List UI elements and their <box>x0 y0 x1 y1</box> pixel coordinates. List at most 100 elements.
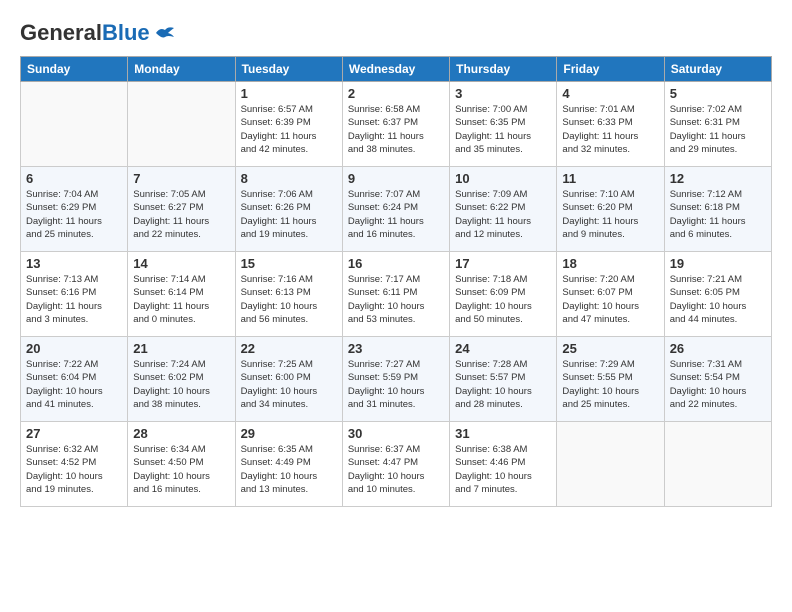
day-number: 19 <box>670 256 766 271</box>
weekday-header-wednesday: Wednesday <box>342 57 449 82</box>
day-info: Sunrise: 7:22 AM Sunset: 6:04 PM Dayligh… <box>26 358 122 411</box>
calendar-cell: 20 Sunrise: 7:22 AM Sunset: 6:04 PM Dayli… <box>21 337 128 422</box>
day-number: 10 <box>455 171 551 186</box>
calendar-cell <box>128 82 235 167</box>
day-info: Sunrise: 7:10 AM Sunset: 6:20 PM Dayligh… <box>562 188 658 241</box>
day-info: Sunrise: 6:37 AM Sunset: 4:47 PM Dayligh… <box>348 443 444 496</box>
logo: GeneralBlue <box>20 20 176 46</box>
day-number: 30 <box>348 426 444 441</box>
day-info: Sunrise: 7:25 AM Sunset: 6:00 PM Dayligh… <box>241 358 337 411</box>
calendar-week-row: 13 Sunrise: 7:13 AM Sunset: 6:16 PM Dayli… <box>21 252 772 337</box>
day-info: Sunrise: 6:57 AM Sunset: 6:39 PM Dayligh… <box>241 103 337 156</box>
calendar-cell: 15 Sunrise: 7:16 AM Sunset: 6:13 PM Dayli… <box>235 252 342 337</box>
calendar-cell: 18 Sunrise: 7:20 AM Sunset: 6:07 PM Dayli… <box>557 252 664 337</box>
day-number: 8 <box>241 171 337 186</box>
day-number: 22 <box>241 341 337 356</box>
calendar-cell: 17 Sunrise: 7:18 AM Sunset: 6:09 PM Dayli… <box>450 252 557 337</box>
weekday-header-sunday: Sunday <box>21 57 128 82</box>
weekday-header-friday: Friday <box>557 57 664 82</box>
calendar-cell: 26 Sunrise: 7:31 AM Sunset: 5:54 PM Dayli… <box>664 337 771 422</box>
day-number: 28 <box>133 426 229 441</box>
day-number: 20 <box>26 341 122 356</box>
day-info: Sunrise: 6:58 AM Sunset: 6:37 PM Dayligh… <box>348 103 444 156</box>
calendar-cell: 14 Sunrise: 7:14 AM Sunset: 6:14 PM Dayli… <box>128 252 235 337</box>
calendar-cell <box>557 422 664 507</box>
day-info: Sunrise: 7:14 AM Sunset: 6:14 PM Dayligh… <box>133 273 229 326</box>
calendar-cell: 7Sunrise: 7:05 AM Sunset: 6:27 PM Daylig… <box>128 167 235 252</box>
calendar-cell: 25Sunrise: 7:29 AM Sunset: 5:55 PM Dayli… <box>557 337 664 422</box>
day-info: Sunrise: 7:01 AM Sunset: 6:33 PM Dayligh… <box>562 103 658 156</box>
calendar-cell: 6Sunrise: 7:04 AM Sunset: 6:29 PM Daylig… <box>21 167 128 252</box>
calendar-cell: 16 Sunrise: 7:17 AM Sunset: 6:11 PM Dayli… <box>342 252 449 337</box>
day-info: Sunrise: 7:21 AM Sunset: 6:05 PM Dayligh… <box>670 273 766 326</box>
day-number: 17 <box>455 256 551 271</box>
day-number: 27 <box>26 426 122 441</box>
weekday-header-monday: Monday <box>128 57 235 82</box>
day-number: 21 <box>133 341 229 356</box>
calendar-cell: 3 Sunrise: 7:00 AM Sunset: 6:35 PM Daylig… <box>450 82 557 167</box>
day-number: 3 <box>455 86 551 101</box>
weekday-header-thursday: Thursday <box>450 57 557 82</box>
calendar-cell: 4 Sunrise: 7:01 AM Sunset: 6:33 PM Daylig… <box>557 82 664 167</box>
day-info: Sunrise: 7:29 AM Sunset: 5:55 PM Dayligh… <box>562 358 658 411</box>
day-info: Sunrise: 7:06 AM Sunset: 6:26 PM Dayligh… <box>241 188 337 241</box>
day-number: 1 <box>241 86 337 101</box>
day-info: Sunrise: 7:12 AM Sunset: 6:18 PM Dayligh… <box>670 188 766 241</box>
calendar-cell: 23 Sunrise: 7:27 AM Sunset: 5:59 PM Dayli… <box>342 337 449 422</box>
day-number: 26 <box>670 341 766 356</box>
day-info: Sunrise: 7:13 AM Sunset: 6:16 PM Dayligh… <box>26 273 122 326</box>
day-number: 29 <box>241 426 337 441</box>
day-number: 5 <box>670 86 766 101</box>
day-info: Sunrise: 7:24 AM Sunset: 6:02 PM Dayligh… <box>133 358 229 411</box>
day-info: Sunrise: 7:17 AM Sunset: 6:11 PM Dayligh… <box>348 273 444 326</box>
day-number: 9 <box>348 171 444 186</box>
day-info: Sunrise: 7:07 AM Sunset: 6:24 PM Dayligh… <box>348 188 444 241</box>
day-number: 12 <box>670 171 766 186</box>
day-info: Sunrise: 7:09 AM Sunset: 6:22 PM Dayligh… <box>455 188 551 241</box>
calendar-cell: 30 Sunrise: 6:37 AM Sunset: 4:47 PM Dayli… <box>342 422 449 507</box>
logo-text: GeneralBlue <box>20 20 150 46</box>
day-number: 6 <box>26 171 122 186</box>
day-number: 2 <box>348 86 444 101</box>
day-info: Sunrise: 6:32 AM Sunset: 4:52 PM Dayligh… <box>26 443 122 496</box>
day-number: 4 <box>562 86 658 101</box>
day-number: 31 <box>455 426 551 441</box>
day-info: Sunrise: 7:28 AM Sunset: 5:57 PM Dayligh… <box>455 358 551 411</box>
day-info: Sunrise: 7:27 AM Sunset: 5:59 PM Dayligh… <box>348 358 444 411</box>
calendar-week-row: 6Sunrise: 7:04 AM Sunset: 6:29 PM Daylig… <box>21 167 772 252</box>
calendar-cell: 21 Sunrise: 7:24 AM Sunset: 6:02 PM Dayli… <box>128 337 235 422</box>
calendar-week-row: 20 Sunrise: 7:22 AM Sunset: 6:04 PM Dayli… <box>21 337 772 422</box>
page-header: GeneralBlue <box>20 20 772 46</box>
calendar-cell: 27 Sunrise: 6:32 AM Sunset: 4:52 PM Dayli… <box>21 422 128 507</box>
day-number: 14 <box>133 256 229 271</box>
weekday-header-saturday: Saturday <box>664 57 771 82</box>
day-number: 15 <box>241 256 337 271</box>
day-number: 18 <box>562 256 658 271</box>
day-info: Sunrise: 7:00 AM Sunset: 6:35 PM Dayligh… <box>455 103 551 156</box>
day-info: Sunrise: 6:34 AM Sunset: 4:50 PM Dayligh… <box>133 443 229 496</box>
day-number: 13 <box>26 256 122 271</box>
day-info: Sunrise: 7:31 AM Sunset: 5:54 PM Dayligh… <box>670 358 766 411</box>
day-info: Sunrise: 7:20 AM Sunset: 6:07 PM Dayligh… <box>562 273 658 326</box>
calendar-cell: 11 Sunrise: 7:10 AM Sunset: 6:20 PM Dayli… <box>557 167 664 252</box>
calendar-cell: 10 Sunrise: 7:09 AM Sunset: 6:22 PM Dayli… <box>450 167 557 252</box>
logo-bird-icon <box>154 25 176 41</box>
day-number: 7 <box>133 171 229 186</box>
day-number: 23 <box>348 341 444 356</box>
day-info: Sunrise: 7:18 AM Sunset: 6:09 PM Dayligh… <box>455 273 551 326</box>
calendar-cell: 31Sunrise: 6:38 AM Sunset: 4:46 PM Dayli… <box>450 422 557 507</box>
calendar-week-row: 27 Sunrise: 6:32 AM Sunset: 4:52 PM Dayli… <box>21 422 772 507</box>
calendar-cell: 19 Sunrise: 7:21 AM Sunset: 6:05 PM Dayli… <box>664 252 771 337</box>
calendar-cell <box>664 422 771 507</box>
calendar-cell: 8 Sunrise: 7:06 AM Sunset: 6:26 PM Daylig… <box>235 167 342 252</box>
calendar-table: SundayMondayTuesdayWednesdayThursdayFrid… <box>20 56 772 507</box>
day-number: 11 <box>562 171 658 186</box>
calendar-cell: 29 Sunrise: 6:35 AM Sunset: 4:49 PM Dayli… <box>235 422 342 507</box>
calendar-cell: 13 Sunrise: 7:13 AM Sunset: 6:16 PM Dayli… <box>21 252 128 337</box>
day-number: 24 <box>455 341 551 356</box>
day-number: 16 <box>348 256 444 271</box>
day-info: Sunrise: 6:35 AM Sunset: 4:49 PM Dayligh… <box>241 443 337 496</box>
day-info: Sunrise: 7:16 AM Sunset: 6:13 PM Dayligh… <box>241 273 337 326</box>
calendar-cell: 5Sunrise: 7:02 AM Sunset: 6:31 PM Daylig… <box>664 82 771 167</box>
weekday-header-row: SundayMondayTuesdayWednesdayThursdayFrid… <box>21 57 772 82</box>
